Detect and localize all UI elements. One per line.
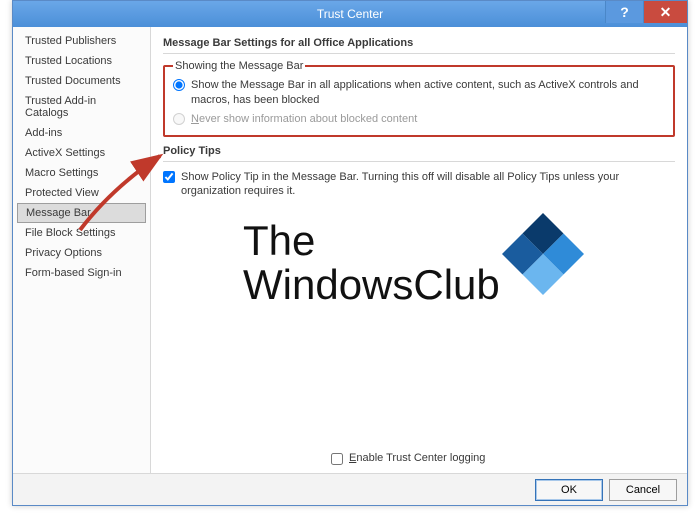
policy-tips-section: Policy Tips Show Policy Tip in the Messa… <box>163 143 675 202</box>
radio-never-show-input[interactable] <box>173 113 185 125</box>
sidebar-item-macro-settings[interactable]: Macro Settings <box>13 163 150 183</box>
checkbox-policy-tip-label: Show Policy Tip in the Message Bar. Turn… <box>181 170 675 200</box>
sidebar-item-trusted-publishers[interactable]: Trusted Publishers <box>13 31 150 51</box>
ok-button[interactable]: OK <box>535 479 603 501</box>
group-legend: Showing the Message Bar <box>173 60 305 72</box>
sidebar-item-trusted-addin-catalogs[interactable]: Trusted Add-in Catalogs <box>13 91 150 123</box>
sidebar-item-message-bar[interactable]: Message Bar <box>17 203 146 223</box>
dialog-footer: OK Cancel <box>13 473 687 505</box>
radio-never-show-label: Never show information about blocked con… <box>191 112 667 127</box>
radio-never-show[interactable]: Never show information about blocked con… <box>173 110 667 129</box>
watermark-text: The WindowsClub <box>243 219 500 307</box>
sidebar-item-file-block-settings[interactable]: File Block Settings <box>13 223 150 243</box>
titlebar: Trust Center ? ✕ <box>13 1 687 27</box>
radio-show-message-bar-input[interactable] <box>173 79 185 91</box>
sidebar-item-add-ins[interactable]: Add-ins <box>13 123 150 143</box>
checkbox-policy-tip[interactable]: Show Policy Tip in the Message Bar. Turn… <box>163 168 675 202</box>
checkbox-enable-logging-label: Enable Trust Center logging <box>349 452 485 464</box>
watermark-line1: The <box>243 219 500 263</box>
sidebar-item-form-based-signin[interactable]: Form-based Sign-in <box>13 263 150 283</box>
radio-show-message-bar-label: Show the Message Bar in all applications… <box>191 78 667 108</box>
checkbox-enable-logging[interactable]: Enable Trust Center logging <box>331 450 485 467</box>
checkbox-policy-tip-input[interactable] <box>163 171 175 183</box>
section-header-message-bar: Message Bar Settings for all Office Appl… <box>163 35 675 54</box>
trust-center-window: Trust Center ? ✕ Trusted Publishers Trus… <box>12 0 688 506</box>
dialog-body: Trusted Publishers Trusted Locations Tru… <box>13 27 687 473</box>
message-bar-group-highlight: Showing the Message Bar Show the Message… <box>163 60 675 137</box>
sidebar-item-activex-settings[interactable]: ActiveX Settings <box>13 143 150 163</box>
sidebar: Trusted Publishers Trusted Locations Tru… <box>13 27 151 473</box>
cancel-button[interactable]: Cancel <box>609 479 677 501</box>
sidebar-item-trusted-documents[interactable]: Trusted Documents <box>13 71 150 91</box>
window-title: Trust Center <box>13 7 687 21</box>
watermark-line2: WindowsClub <box>243 263 500 307</box>
sidebar-item-privacy-options[interactable]: Privacy Options <box>13 243 150 263</box>
windowsclub-icon <box>514 225 572 283</box>
sidebar-item-trusted-locations[interactable]: Trusted Locations <box>13 51 150 71</box>
section-header-policy-tips: Policy Tips <box>163 143 675 162</box>
help-button[interactable]: ? <box>605 1 643 23</box>
watermark-logo: The WindowsClub <box>163 219 675 307</box>
close-button[interactable]: ✕ <box>643 1 687 23</box>
title-controls: ? ✕ <box>605 1 687 27</box>
radio-show-message-bar[interactable]: Show the Message Bar in all applications… <box>173 76 667 110</box>
checkbox-enable-logging-input[interactable] <box>331 453 343 465</box>
content-pane: Message Bar Settings for all Office Appl… <box>151 27 687 473</box>
sidebar-item-protected-view[interactable]: Protected View <box>13 183 150 203</box>
